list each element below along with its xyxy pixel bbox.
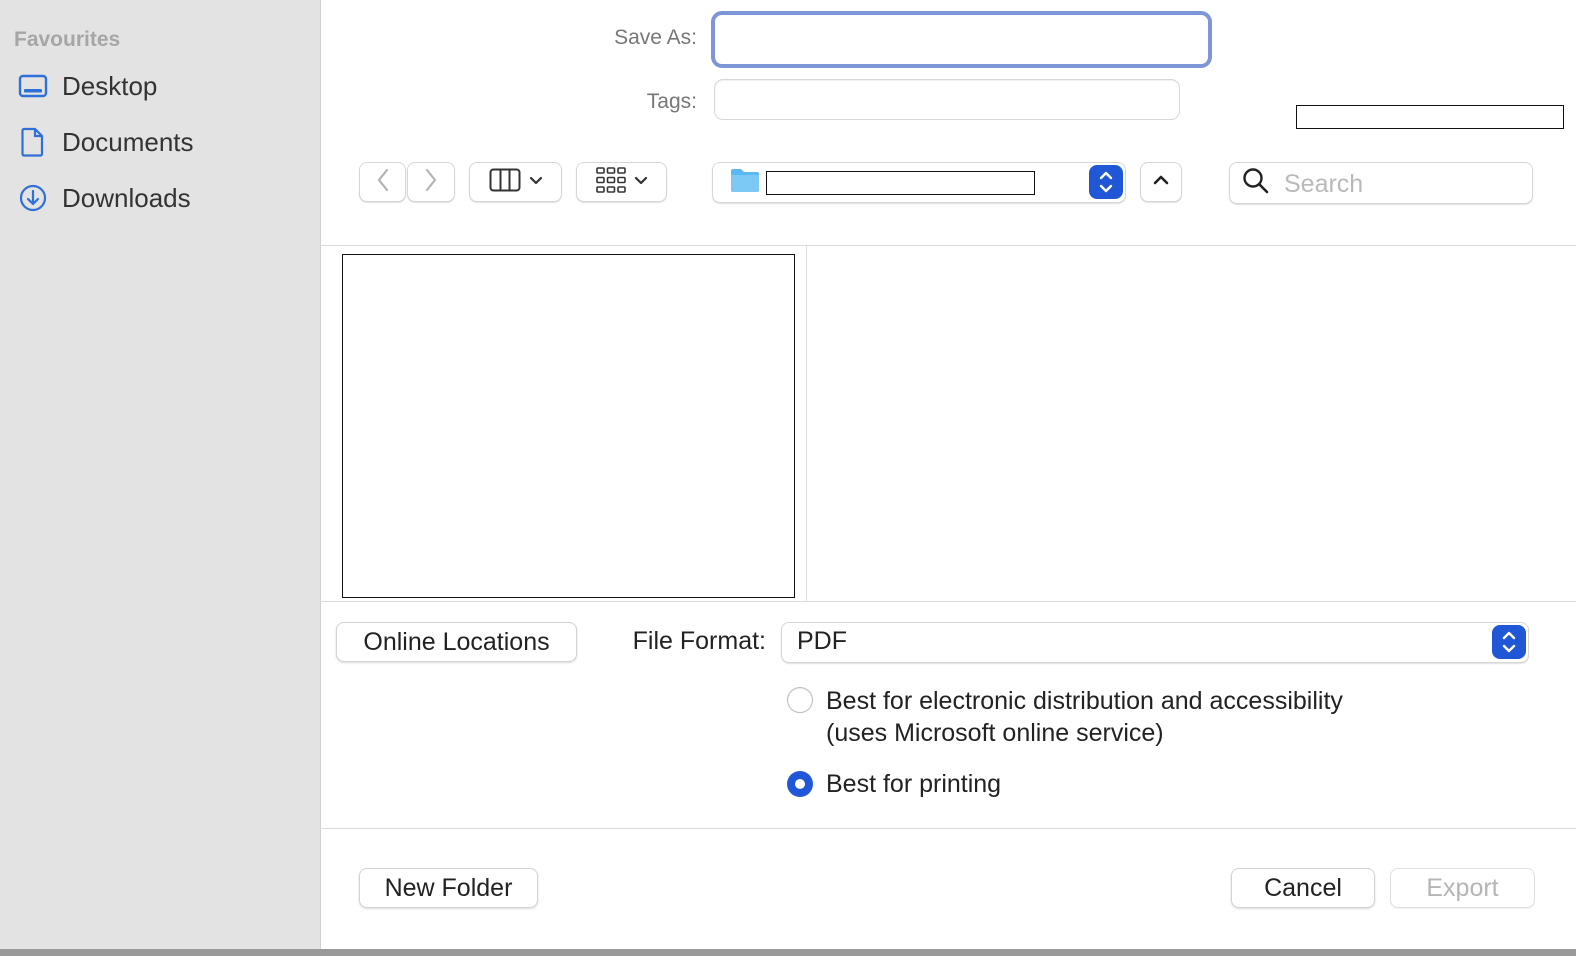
cancel-button[interactable]: Cancel xyxy=(1231,868,1375,908)
footer-divider xyxy=(320,828,1576,829)
file-format-popup[interactable] xyxy=(781,622,1529,663)
tags-field[interactable] xyxy=(714,79,1180,120)
radio-printing-label[interactable]: Best for printing xyxy=(826,768,1001,800)
sidebar-item-downloads[interactable]: Downloads xyxy=(14,176,314,220)
chevron-down-icon xyxy=(529,173,543,191)
forward-button[interactable] xyxy=(407,162,455,202)
window-bottom-edge xyxy=(0,949,1576,956)
search-input[interactable] xyxy=(1282,167,1526,201)
download-icon xyxy=(14,181,52,215)
radio-best-for-printing[interactable] xyxy=(787,771,813,797)
search-field[interactable] xyxy=(1229,162,1533,204)
folder-icon xyxy=(729,166,761,199)
back-button[interactable] xyxy=(359,162,406,202)
sidebar-item-label: Desktop xyxy=(62,70,158,101)
online-locations-button[interactable]: Online Locations xyxy=(336,622,577,662)
sidebar-heading-favourites: Favourites xyxy=(14,28,121,51)
browser-bottom-divider xyxy=(320,601,1576,602)
radio-electronic-distribution[interactable] xyxy=(787,687,813,713)
chevron-up-icon xyxy=(1153,173,1169,191)
export-button[interactable]: Export xyxy=(1390,868,1535,908)
sidebar-item-label: Downloads xyxy=(62,182,191,213)
sidebar: Favourites Desktop Documents Downloads xyxy=(0,0,321,950)
radio-electronic-label[interactable]: Best for electronic distribution and acc… xyxy=(826,685,1343,717)
chevron-right-icon xyxy=(424,168,438,197)
columns-icon xyxy=(489,168,521,197)
search-icon xyxy=(1242,167,1270,200)
browser-column[interactable] xyxy=(342,254,795,598)
desktop-icon xyxy=(14,69,52,103)
document-icon xyxy=(14,125,52,159)
browser-top-divider xyxy=(320,245,1576,246)
column-divider[interactable] xyxy=(806,246,807,602)
redacted-region xyxy=(1296,105,1564,129)
new-folder-button[interactable]: New Folder xyxy=(359,868,538,908)
grid-icon xyxy=(595,166,626,198)
view-mode-button[interactable] xyxy=(469,162,562,202)
file-format-stepper[interactable] xyxy=(1492,625,1526,659)
chevron-down-icon xyxy=(634,173,648,191)
radio-electronic-sublabel: (uses Microsoft online service) xyxy=(826,719,1164,747)
file-format-label: File Format: xyxy=(632,627,766,655)
chevron-left-icon xyxy=(376,168,390,197)
file-format-value: PDF xyxy=(797,627,847,655)
save-as-input[interactable] xyxy=(711,11,1212,68)
location-stepper[interactable] xyxy=(1089,165,1123,199)
expand-collapse-button[interactable] xyxy=(1140,162,1182,202)
sidebar-item-documents[interactable]: Documents xyxy=(14,120,314,164)
group-button[interactable] xyxy=(576,162,667,202)
save-as-label: Save As: xyxy=(614,26,697,49)
tags-label: Tags: xyxy=(646,90,697,113)
location-name xyxy=(766,171,1035,195)
sidebar-item-label: Documents xyxy=(62,126,194,157)
sidebar-item-desktop[interactable]: Desktop xyxy=(14,64,314,108)
